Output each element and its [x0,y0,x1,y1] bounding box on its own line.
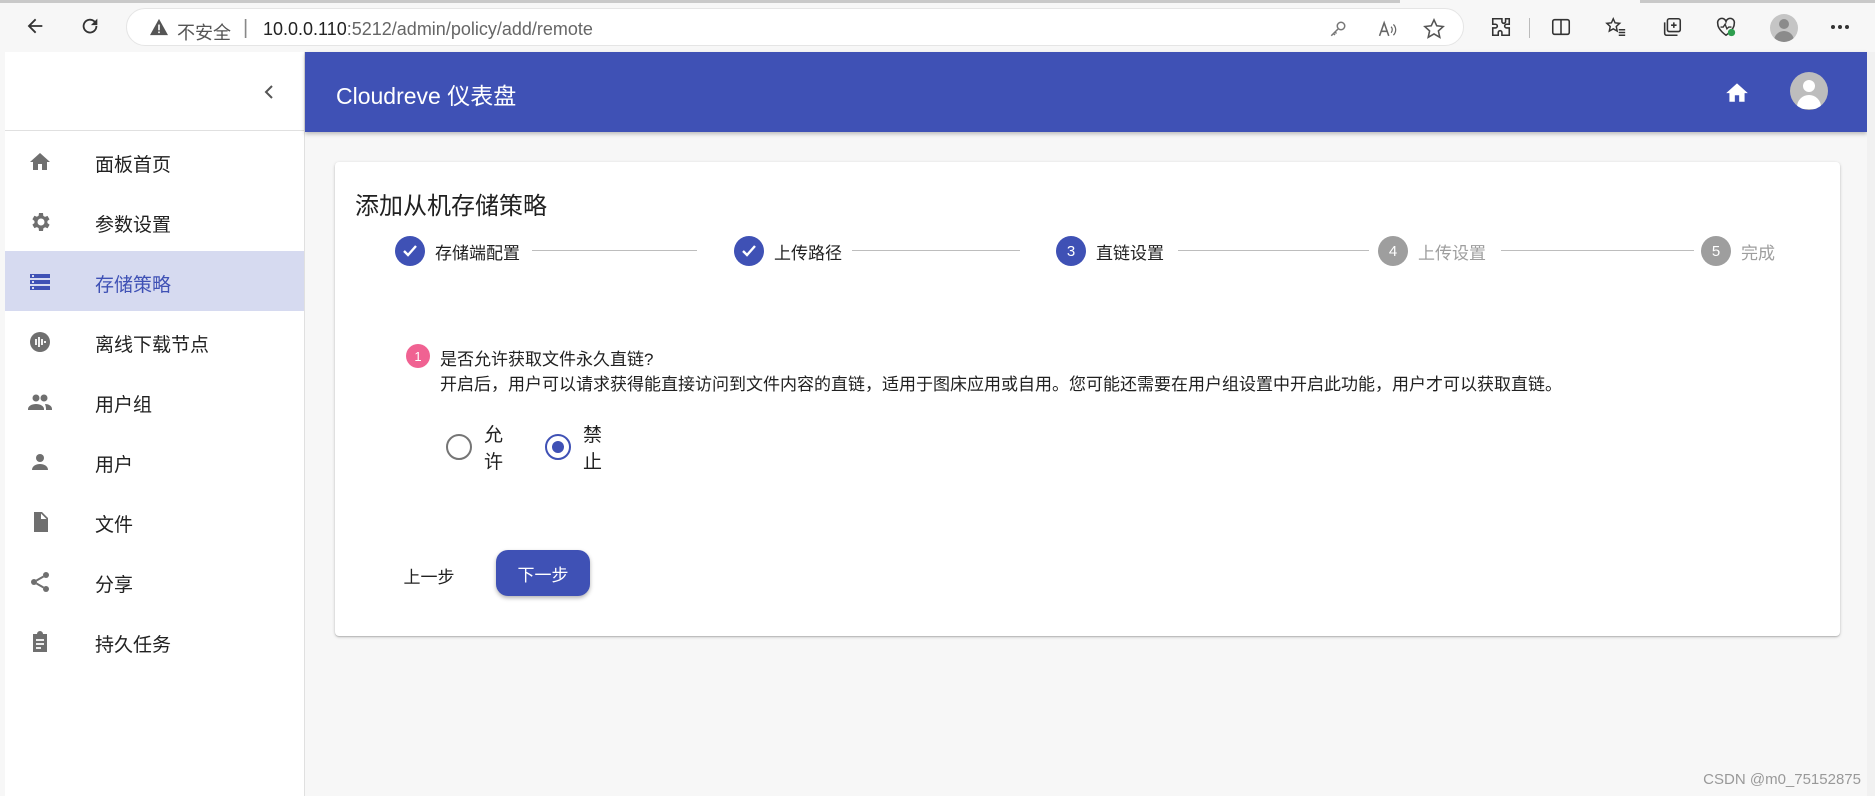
next-step-button[interactable]: 下一步 [496,550,590,596]
sidebar-item-files[interactable]: 文件 [5,491,304,551]
browser-toolbar: 不安全 | 10.0.0.110:5212/admin/policy/add/r… [0,0,1875,52]
prev-step-button[interactable]: 上一步 [395,557,463,593]
insecure-label[interactable]: 不安全 [177,19,231,45]
warning-icon[interactable] [149,18,169,41]
chevron-left-icon[interactable] [255,78,283,106]
step-label: 直链设置 [1096,243,1164,263]
download-node-icon [27,329,53,355]
url-host: 10.0.0.110 [263,19,347,39]
collections-icon[interactable] [1658,13,1686,41]
policy-wizard-card: 添加从机存储策略 存储端配置 上传路径 3 直链设置 4 上传设置 5 完成 1… [335,162,1840,636]
sidebar-item-user-groups[interactable]: 用户组 [5,371,304,431]
step-upload-settings: 4 上传设置 [1378,236,1486,266]
step-connector [1501,250,1694,251]
step-storage-config: 存储端配置 [395,236,520,266]
url-text[interactable]: 10.0.0.110:5212/admin/policy/add/remote [263,19,593,40]
read-aloud-icon[interactable] [1377,18,1399,40]
sidebar-item-shares[interactable]: 分享 [5,551,304,611]
storage-icon [27,269,53,295]
check-icon [734,236,764,266]
step-connector [852,250,1020,251]
favorite-star-icon[interactable] [1423,18,1445,40]
radio-button[interactable] [545,434,571,460]
sidebar-item-label: 分享 [95,575,134,596]
radio-label[interactable]: 禁止 [583,420,602,474]
refresh-icon[interactable] [75,11,105,41]
person-icon [27,449,53,475]
split-screen-icon[interactable] [1547,13,1575,41]
toolbar-divider [1529,18,1530,38]
step-label: 完成 [1741,243,1775,263]
share-icon [27,569,53,595]
step-direct-link: 3 直链设置 [1056,236,1164,266]
sidebar-item-label: 参数设置 [95,215,172,236]
favorites-list-icon[interactable] [1602,13,1630,41]
sidebar: 面板首页 参数设置 存储策略 离线下载节点 用户组 用户 文件 分享 持久任务 [5,52,305,796]
app-root: 面板首页 参数设置 存储策略 离线下载节点 用户组 用户 文件 分享 持久任务 … [5,52,1867,796]
step-label: 上传路径 [774,243,842,263]
check-icon [395,236,425,266]
step-finish: 5 完成 [1701,236,1775,266]
sidebar-item-label: 用户 [95,455,134,476]
avatar[interactable] [1790,72,1828,110]
file-icon [27,509,53,535]
scrollbar[interactable] [1867,52,1875,796]
app-title: Cloudreve 仪表盘 [336,83,517,109]
sidebar-item-dashboard[interactable]: 面板首页 [5,131,304,191]
radio-button[interactable] [446,434,472,460]
step-number: 4 [1378,236,1408,266]
sidebar-item-label: 用户组 [95,395,153,416]
page-title: 添加从机存储策略 [355,193,547,220]
sidebar-item-tasks[interactable]: 持久任务 [5,611,304,671]
gear-icon [27,209,53,235]
step-number: 5 [1701,236,1731,266]
browser-profile-icon[interactable] [1770,14,1798,42]
task-icon [27,629,53,655]
address-separator: | [243,17,249,39]
stepper: 存储端配置 上传路径 3 直链设置 4 上传设置 5 完成 [335,234,1840,268]
group-icon [27,389,53,415]
more-menu-icon[interactable] [1826,13,1854,41]
question-title: 是否允许获取文件永久直链? [440,350,654,369]
step-number: 3 [1056,236,1086,266]
step-upload-path: 上传路径 [734,236,842,266]
address-bar[interactable]: 不安全 | 10.0.0.110:5212/admin/policy/add/r… [126,8,1464,46]
sidebar-item-label: 面板首页 [95,155,172,176]
home-icon[interactable] [1722,77,1752,107]
tab-strip [1640,0,1875,3]
tab-strip [0,0,1400,3]
back-icon[interactable] [20,11,50,41]
radio-allow[interactable]: 允许 [446,425,503,473]
sidebar-item-label: 存储策略 [95,275,172,296]
step-connector [532,250,697,251]
step-label: 上传设置 [1418,243,1486,263]
sidebar-item-users[interactable]: 用户 [5,431,304,491]
sidebar-header [5,52,304,131]
browser-essentials-icon[interactable] [1712,13,1740,41]
sidebar-item-storage-policy[interactable]: 存储策略 [5,251,304,311]
question-description: 开启后，用户可以请求获得能直接访问到文件内容的直链，适用于图床应用或自用。您可能… [440,375,1562,394]
app-header: Cloudreve 仪表盘 [305,52,1867,132]
step-connector [1178,250,1369,251]
url-path: :5212/admin/policy/add/remote [346,19,593,39]
sidebar-item-label: 离线下载节点 [95,335,210,356]
question-number-badge: 1 [406,344,430,368]
radio-deny[interactable]: 禁止 [545,425,602,473]
sidebar-item-label: 文件 [95,515,134,536]
extensions-icon[interactable] [1487,13,1515,41]
sidebar-item-label: 持久任务 [95,635,172,656]
watermark: CSDN @m0_75152875 [1703,771,1861,788]
sidebar-item-download-nodes[interactable]: 离线下载节点 [5,311,304,371]
home-icon [27,149,53,175]
key-icon[interactable] [1327,18,1349,40]
sidebar-item-settings[interactable]: 参数设置 [5,191,304,251]
step-label: 存储端配置 [435,243,520,263]
radio-label[interactable]: 允许 [484,420,503,474]
